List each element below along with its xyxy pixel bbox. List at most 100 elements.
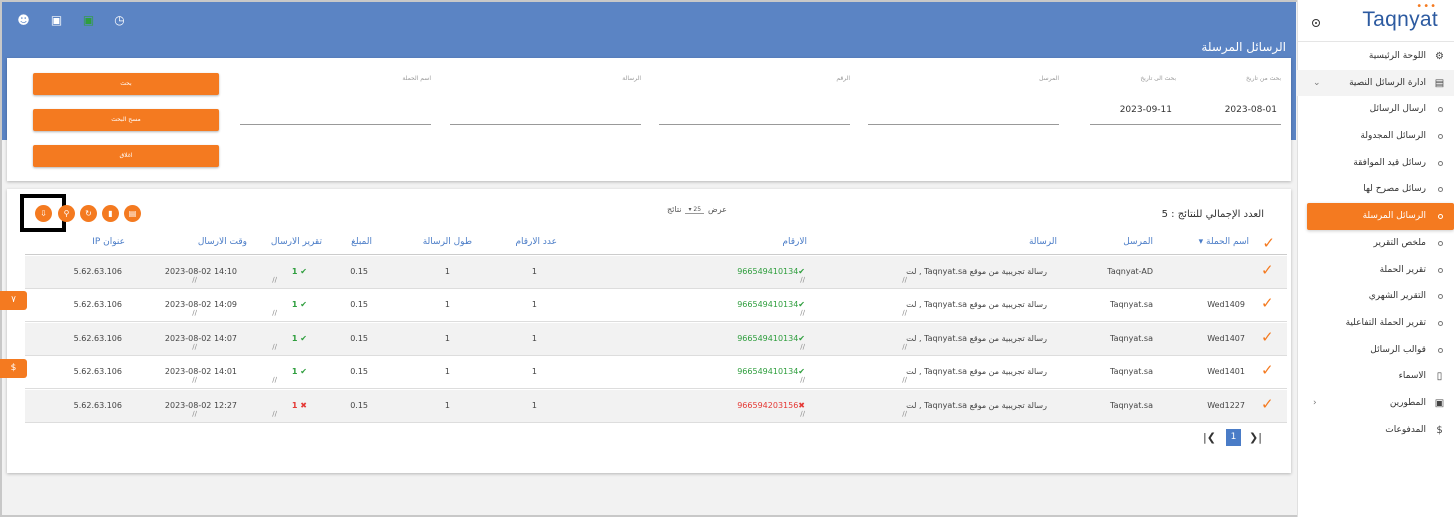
sidebar-item-label: الرسائل المرسلة xyxy=(1362,211,1426,222)
download-icon[interactable]: ⇩ xyxy=(35,205,52,222)
row-checkbox[interactable]: ✓ xyxy=(1261,396,1275,411)
cell-ip: 5.62.63.106 xyxy=(73,400,122,410)
row-checkbox[interactable]: ✓ xyxy=(1261,329,1275,344)
sender-field[interactable]: المرسل xyxy=(868,75,1059,125)
cell-report: 1 ✔ xyxy=(291,300,307,310)
cell-report: 1 ✔ xyxy=(291,267,307,276)
campaign-label: اسم الحملة xyxy=(402,75,431,82)
search-button[interactable]: بحث xyxy=(33,73,219,95)
sidebar-item-2[interactable]: ارسال الرسائل xyxy=(1297,96,1454,123)
col-sender[interactable]: المرسل xyxy=(1123,237,1153,247)
bullet-icon xyxy=(1438,320,1443,326)
col-time[interactable]: وقت الارسال xyxy=(198,237,247,247)
resize-icon: ∕∕ xyxy=(192,309,197,318)
floating-tab-rating[interactable]: ٧ xyxy=(0,291,27,310)
page-size-control[interactable]: عرض 25 ▾ نتائج xyxy=(667,205,727,214)
table-row[interactable]: ✓ Wed1401 Taqnyat.sa رسالة تجريبية من موقع … xyxy=(25,356,1287,390)
document-icon[interactable]: ▤ xyxy=(124,205,141,222)
cell-ip: 5.62.63.106 xyxy=(73,333,122,343)
campaign-field[interactable]: اسم الحملة xyxy=(240,75,431,125)
cell-length: 1 xyxy=(444,300,450,310)
sidebar-toggle-icon[interactable] xyxy=(1312,19,1320,27)
cell-number: 966549410134✔ xyxy=(737,267,805,276)
col-ip[interactable]: عنوان IP xyxy=(92,237,125,247)
sidebar-item-1[interactable]: ▤ ادارة الرسائل النصية ⌄ xyxy=(1297,69,1454,97)
status-icon: ✔ xyxy=(798,300,805,310)
clock-icon[interactable]: ◷ xyxy=(113,14,126,27)
sidebar-item-7[interactable]: ملخص التقرير xyxy=(1297,230,1454,257)
cell-message: رسالة تجريبية من موقع Taqnyat.sa , لت xyxy=(906,333,1047,343)
refresh-icon[interactable]: ↻ xyxy=(80,205,97,222)
row-checkbox[interactable]: ✓ xyxy=(1261,296,1275,311)
sidebar-item-10[interactable]: تقرير الحملة التفاعلية xyxy=(1297,310,1454,337)
cell-count: 1 xyxy=(531,400,537,410)
sidebar-item-label: الرسائل المجدولة xyxy=(1360,131,1426,142)
sidebar-item-6[interactable]: الرسائل المرسلة xyxy=(1307,203,1454,230)
number-field[interactable]: الرقم xyxy=(659,75,850,125)
close-button[interactable]: اغلاق xyxy=(33,145,219,167)
total-results: العدد الإجمالي للنتائج : 5 xyxy=(1161,209,1264,220)
sidebar-item-14[interactable]: $ المدفوعات xyxy=(1297,417,1454,444)
col-numbers[interactable]: الارقام xyxy=(782,237,807,247)
report-status-icon: ✖ xyxy=(300,400,307,410)
logo[interactable]: Taqnyat xyxy=(1362,8,1438,32)
col-report[interactable]: تقرير الارسال xyxy=(271,237,322,247)
delete-icon[interactable]: ▮ xyxy=(102,205,119,222)
dashboard-icon: ⚙ xyxy=(1435,51,1444,62)
date-to-field[interactable]: بحث الى تاريخ 2023-09-11 xyxy=(1090,75,1176,125)
sidebar-item-3[interactable]: الرسائل المجدولة xyxy=(1297,123,1454,150)
cell-sender: Taqnyat-AD xyxy=(1107,267,1153,276)
cell-campaign: Wed1227 xyxy=(1207,400,1245,410)
cell-message: رسالة تجريبية من موقع Taqnyat.sa , لت xyxy=(906,367,1047,377)
table-row[interactable]: ✓ Wed1407 Taqnyat.sa رسالة تجريبية من موقع … xyxy=(25,322,1287,356)
sidebar-item-11[interactable]: قوالب الرسائل xyxy=(1297,337,1454,364)
cell-time: 2023-08-02 14:01 xyxy=(164,367,237,377)
sidebar-item-4[interactable]: رسائل قيد الموافقة xyxy=(1297,150,1454,177)
cell-amount: 0.15 xyxy=(350,400,368,410)
date-from-value: 2023-08-01 xyxy=(1224,105,1277,115)
message-field[interactable]: الرسالة xyxy=(450,75,641,125)
search-panel: بحث من تاريخ 2023-08-01 بحث الى تاريخ 20… xyxy=(7,58,1291,181)
sidebar-item-label: ارسال الرسائل xyxy=(1369,104,1426,115)
col-length[interactable]: طول الرسالة xyxy=(423,237,472,247)
col-message[interactable]: الرسالة xyxy=(1029,237,1057,247)
current-page[interactable]: 1 xyxy=(1226,429,1241,446)
col-amount[interactable]: المبلغ xyxy=(351,237,372,247)
table-row[interactable]: ✓ Taqnyat-AD رسالة تجريبية من موقع Taqnyat… xyxy=(25,256,1287,289)
cell-ip: 5.62.63.106 xyxy=(73,300,122,310)
sidebar-item-0[interactable]: ⚙ اللوحة الرئيسية xyxy=(1297,43,1454,70)
col-count[interactable]: عدد الارقام xyxy=(515,237,557,247)
cell-count: 1 xyxy=(531,367,537,377)
search-icon[interactable]: ⚲ xyxy=(58,205,75,222)
cell-length: 1 xyxy=(444,400,450,410)
sidebar-nav: ⚙ اللوحة الرئيسية ▤ ادارة الرسائل النصية ⌄ ار… xyxy=(1297,43,1454,443)
select-all-checkbox[interactable]: ✓ xyxy=(1261,236,1275,251)
last-page-icon[interactable]: ❯| xyxy=(1249,431,1262,444)
user-circle-icon[interactable]: ☻ xyxy=(17,14,30,27)
page-size-select[interactable]: 25 ▾ xyxy=(685,206,705,214)
resize-icon: ∕∕ xyxy=(800,309,805,318)
image-icon[interactable]: ▣ xyxy=(50,14,63,27)
row-checkbox[interactable]: ✓ xyxy=(1261,363,1275,378)
floating-tab-payment[interactable]: $ xyxy=(0,359,27,378)
table-row[interactable]: ✓ Wed1409 Taqnyat.sa رسالة تجريبية من موقع … xyxy=(25,289,1287,323)
resize-icon: ∕∕ xyxy=(272,309,277,318)
sidebar-item-13[interactable]: ▣ المطورين ‹ xyxy=(1297,390,1454,417)
sidebar-item-12[interactable]: ▯ الاسماء xyxy=(1297,363,1454,390)
sidebar-item-9[interactable]: التقرير الشهري xyxy=(1297,283,1454,310)
flag-icon[interactable]: ▣ xyxy=(82,14,95,27)
report-status-icon: ✔ xyxy=(300,267,307,276)
cell-amount: 0.15 xyxy=(350,300,368,310)
sidebar-item-label: المدفوعات xyxy=(1385,424,1426,435)
clear-search-button[interactable]: مسح البحث xyxy=(33,109,219,131)
table-row[interactable]: ✓ Wed1227 Taqnyat.sa رسالة تجريبية من موقع … xyxy=(25,389,1287,423)
row-checkbox[interactable]: ✓ xyxy=(1261,263,1275,278)
sidebar-item-5[interactable]: رسائل مصرح لها xyxy=(1297,176,1454,203)
sidebar-item-8[interactable]: تقرير الحملة xyxy=(1297,257,1454,284)
cell-report: 1 ✔ xyxy=(291,333,307,343)
first-page-icon[interactable]: |❮ xyxy=(1203,431,1216,444)
col-campaign[interactable]: اسم الحملة ▾ xyxy=(1199,237,1249,247)
cell-number: 966549410134✔ xyxy=(737,333,805,343)
cell-number: 966549410134✔ xyxy=(737,300,805,310)
cell-time: 2023-08-02 12:27 xyxy=(164,400,237,410)
